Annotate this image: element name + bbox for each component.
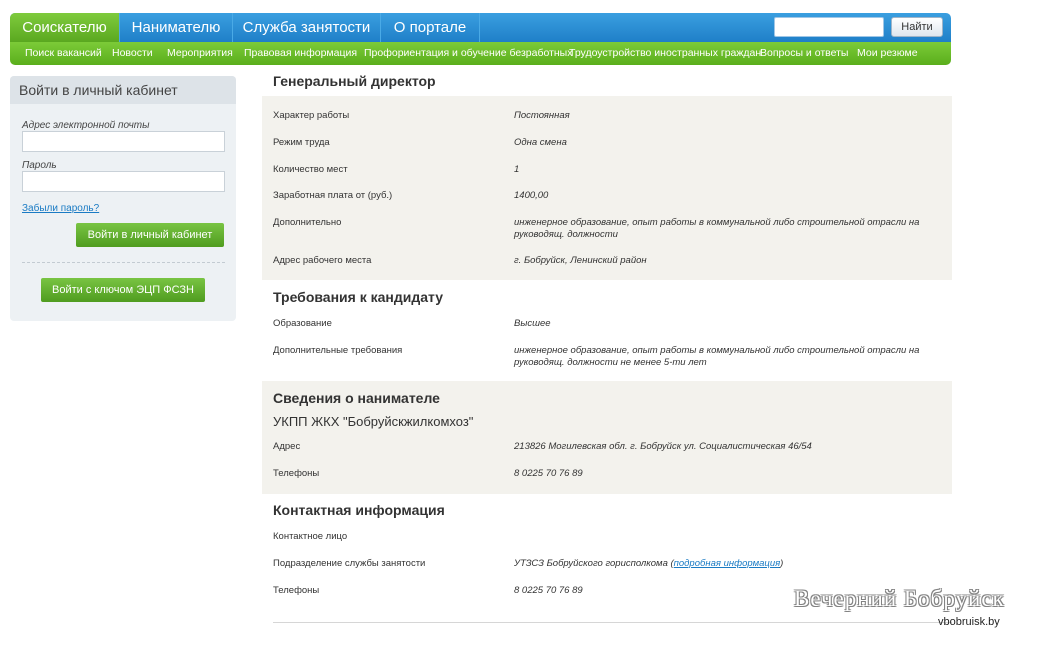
value-additional: инженерное образование, опыт работы в ко… — [514, 217, 920, 240]
subnav-legal-info[interactable]: Правовая информация — [244, 42, 357, 65]
watermark-logo: Вечерний Бобруйск — [794, 586, 1005, 611]
bottom-divider — [273, 622, 952, 623]
tab-about-portal[interactable]: О портале — [381, 13, 480, 42]
label-service-division: Подразделение службы занятости — [273, 558, 426, 569]
main-nav: Соискателю Нанимателю Служба занятости О… — [10, 13, 951, 42]
login-panel-title: Войти в личный кабинет — [10, 76, 236, 104]
search-input[interactable] — [774, 17, 884, 37]
forgot-password-link[interactable]: Забыли пароль? — [22, 203, 99, 214]
vacancy-details-panel — [262, 96, 952, 280]
label-additional: Дополнительно — [273, 217, 342, 228]
subnav-events[interactable]: Мероприятия — [167, 42, 233, 65]
value-employer-phones: 8 0225 70 76 89 — [514, 468, 583, 479]
watermark-url: vbobruisk.by — [938, 616, 1000, 628]
vacancy-title: Генеральный директор — [273, 73, 436, 89]
contact-title: Контактная информация — [273, 502, 445, 518]
value-employer-address: 213826 Могилевская обл. г. Бобруйск ул. … — [514, 441, 812, 452]
password-field[interactable] — [22, 171, 225, 192]
division-name: УТЗСЗ Бобруйского горисполкома — [514, 558, 668, 569]
tab-employment-service[interactable]: Служба занятости — [233, 13, 381, 42]
subnav-news[interactable]: Новости — [112, 42, 153, 65]
login-panel: Войти в личный кабинет Адрес электронной… — [10, 76, 236, 321]
value-work-schedule: Одна смена — [514, 137, 567, 148]
tab-employer[interactable]: Нанимателю — [120, 13, 233, 42]
division-details-link[interactable]: подробная информация — [674, 558, 781, 569]
value-extra-requirements: инженерное образование, опыт работы в ко… — [514, 345, 920, 368]
panel-divider — [22, 262, 225, 263]
value-positions-count: 1 — [514, 164, 520, 175]
employer-title: Сведения о нанимателе — [273, 390, 440, 406]
label-work-address: Адрес рабочего места — [273, 255, 372, 266]
employer-name: УКПП ЖКХ "Бобруйскжилкомхоз" — [273, 414, 474, 429]
label-work-schedule: Режим труда — [273, 137, 330, 148]
password-label: Пароль — [22, 160, 57, 171]
label-positions-count: Количество мест — [273, 164, 348, 175]
label-contact-person: Контактное лицо — [273, 531, 348, 542]
requirements-title: Требования к кандидату — [273, 289, 444, 305]
search-button[interactable]: Найти — [891, 17, 943, 37]
ecp-login-button[interactable]: Войти с ключом ЭЦП ФСЗН — [41, 278, 205, 302]
value-service-division: УТЗСЗ Бобруйского горисполкома (подробна… — [514, 558, 784, 569]
subnav-foreign-employment[interactable]: Трудоустройство иностранных граждан — [569, 42, 761, 65]
value-education: Высшее — [514, 318, 551, 329]
subnav-vacancy-search[interactable]: Поиск вакансий — [25, 42, 102, 65]
login-button[interactable]: Войти в личный кабинет — [76, 223, 224, 247]
value-work-type: Постоянная — [514, 110, 570, 121]
label-salary: Заработная плата от (руб.) — [273, 190, 393, 201]
label-education: Образование — [273, 318, 332, 329]
subnav-faq[interactable]: Вопросы и ответы — [760, 42, 848, 65]
subnav-my-resumes[interactable]: Мои резюме — [857, 42, 918, 65]
email-label: Адрес электронной почты — [22, 120, 150, 131]
label-employer-phones: Телефоны — [273, 468, 320, 479]
email-field[interactable] — [22, 131, 225, 152]
sub-nav: Поиск вакансий Новости Мероприятия Право… — [10, 42, 951, 65]
tab-job-seeker[interactable]: Соискателю — [10, 13, 120, 42]
label-contact-phones: Телефоны — [273, 585, 320, 596]
value-salary: 1400,00 — [514, 190, 549, 201]
value-work-address: г. Бобруйск, Ленинский район — [514, 255, 647, 266]
label-extra-requirements: Дополнительные требования — [273, 345, 403, 356]
label-employer-address: Адрес — [273, 441, 301, 452]
label-work-type: Характер работы — [273, 110, 350, 121]
subnav-career-guidance[interactable]: Профориентация и обучение безработных — [364, 42, 572, 65]
